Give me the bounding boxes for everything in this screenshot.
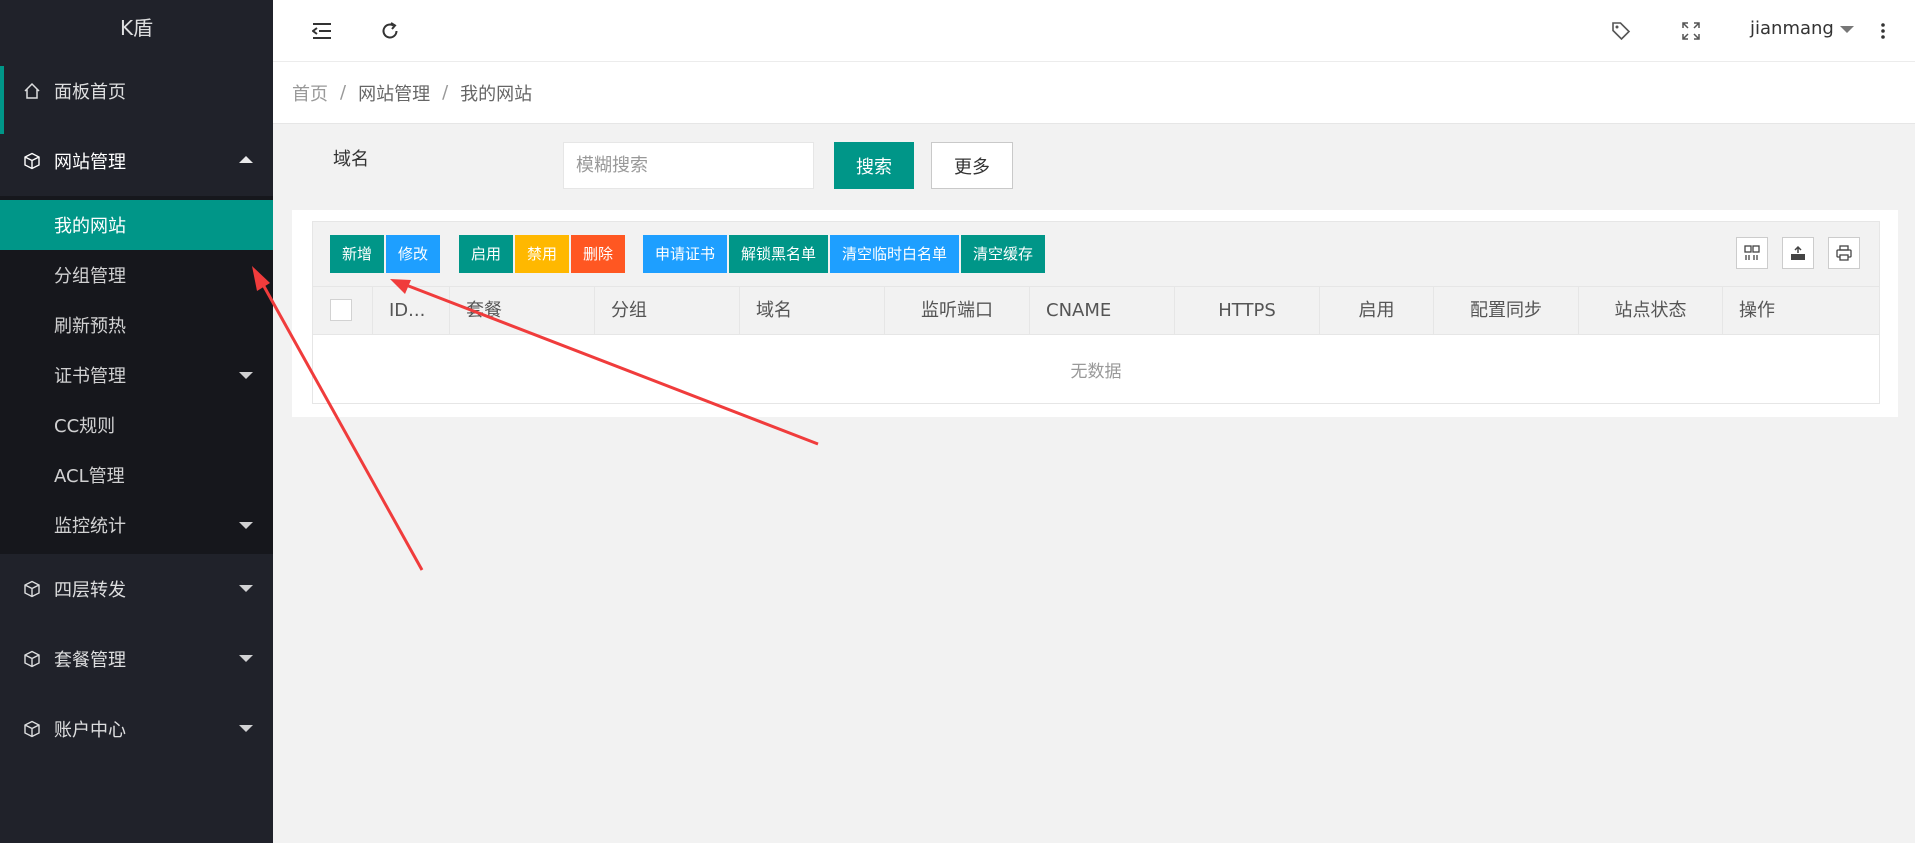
column-header-cname[interactable]: CNAME — [1030, 287, 1175, 334]
empty-state-text: 无数据 — [1070, 362, 1122, 382]
sidebar-item-label: CC规则 — [54, 416, 116, 437]
column-header-site-status[interactable]: 站点状态 — [1579, 287, 1723, 334]
chevron-up-icon — [239, 156, 253, 163]
sidebar-item-layer4-forwarding[interactable]: 四层转发 — [0, 554, 273, 624]
domain-search-input[interactable] — [563, 142, 814, 189]
print-icon[interactable] — [1828, 237, 1860, 269]
sidebar-item-monitoring[interactable]: 监控统计 — [0, 500, 273, 550]
more-vertical-icon[interactable] — [1866, 14, 1900, 48]
edit-button[interactable]: 修改 — [386, 235, 441, 273]
top-header: jianmang — [273, 0, 1915, 62]
column-header-package[interactable]: 套餐 — [450, 287, 595, 334]
chevron-down-icon — [239, 522, 253, 529]
clear-temp-whitelist-button[interactable]: 清空临时白名单 — [830, 235, 960, 273]
columns-icon[interactable] — [1736, 237, 1768, 269]
sidebar-subnav-site: 我的网站 分组管理 刷新预热 证书管理 CC规则 ACL管理 监控统计 — [0, 196, 273, 554]
more-button[interactable]: 更多 — [931, 142, 1013, 189]
fullscreen-icon[interactable] — [1674, 14, 1708, 48]
breadcrumb-separator: / — [340, 82, 347, 103]
sidebar-item-site-management[interactable]: 网站管理 — [0, 126, 273, 196]
delete-button[interactable]: 删除 — [571, 235, 626, 273]
sidebar-item-label: 四层转发 — [54, 580, 126, 601]
sidebar-item-label: 刷新预热 — [54, 316, 126, 337]
sidebar-item-label: 网站管理 — [54, 152, 126, 173]
export-icon[interactable] — [1782, 237, 1814, 269]
sidebar-item-label: 我的网站 — [54, 216, 126, 237]
sidebar-item-label: 面板首页 — [54, 82, 126, 103]
breadcrumb-separator: / — [442, 82, 449, 103]
sidebar-item-cert-management[interactable]: 证书管理 — [0, 350, 273, 400]
column-header-config-sync[interactable]: 配置同步 — [1434, 287, 1579, 334]
sidebar-item-home[interactable]: 面板首页 — [0, 56, 273, 134]
clear-cache-button[interactable]: 清空缓存 — [961, 235, 1046, 273]
menu-fold-icon[interactable] — [305, 14, 339, 48]
chevron-down-icon — [239, 585, 253, 592]
sidebar-item-account-center[interactable]: 账户中心 — [0, 694, 273, 764]
column-header-actions: 操作 — [1739, 300, 1775, 321]
sidebar-item-label: 账户中心 — [54, 720, 126, 741]
breadcrumb: 首页 / 网站管理 / 我的网站 — [273, 62, 1915, 124]
breadcrumb-home[interactable]: 首页 — [292, 80, 328, 106]
sidebar-item-label: 监控统计 — [54, 516, 126, 537]
sidebar-item-group-management[interactable]: 分组管理 — [0, 250, 273, 300]
add-button[interactable]: 新增 — [330, 235, 385, 273]
column-header-https[interactable]: HTTPS — [1175, 287, 1320, 334]
header-select-cell — [313, 287, 373, 334]
column-header-group[interactable]: 分组 — [595, 287, 740, 334]
apply-cert-button[interactable]: 申请证书 — [643, 235, 728, 273]
column-header-id[interactable]: ID... — [373, 287, 450, 334]
sidebar-item-cc-rules[interactable]: CC规则 — [0, 400, 273, 450]
sidebar-item-package-management[interactable]: 套餐管理 — [0, 624, 273, 694]
table-header: ID... 套餐 分组 域名 监听端口 CNAME HTTPS 启用 配置同步 … — [312, 286, 1880, 335]
cube-icon — [22, 579, 42, 599]
search-button[interactable]: 搜索 — [834, 142, 914, 189]
user-menu[interactable]: jianmang — [1750, 0, 1854, 58]
disable-button[interactable]: 禁用 — [515, 235, 570, 273]
column-header-listen-port[interactable]: 监听端口 — [885, 287, 1030, 334]
sidebar-item-acl-management[interactable]: ACL管理 — [0, 450, 273, 500]
breadcrumb-my-sites: 我的网站 — [460, 83, 533, 105]
chevron-down-icon — [239, 725, 253, 732]
sidebar: K盾 面板首页 网站管理 我的网站 分组管理 刷新预热 证书管理 CC规则 AC… — [0, 0, 273, 843]
sidebar-item-my-sites[interactable]: 我的网站 — [0, 200, 273, 250]
tag-icon[interactable] — [1604, 14, 1638, 48]
column-header-enabled[interactable]: 启用 — [1320, 287, 1434, 334]
unlock-blacklist-button[interactable]: 解锁黑名单 — [729, 235, 829, 273]
cube-icon — [22, 649, 42, 669]
sidebar-item-label: 套餐管理 — [54, 650, 126, 671]
sidebar-item-label: 证书管理 — [54, 366, 126, 387]
enable-button[interactable]: 启用 — [459, 235, 514, 273]
breadcrumb-site-management[interactable]: 网站管理 — [358, 80, 430, 106]
cube-icon — [22, 719, 42, 739]
chevron-down-icon — [239, 372, 253, 379]
domain-label: 域名 — [333, 149, 369, 170]
table-body: 无数据 — [312, 335, 1880, 404]
home-icon — [22, 81, 42, 101]
cube-icon — [22, 151, 42, 171]
sidebar-item-label: 分组管理 — [54, 266, 126, 287]
chevron-down-icon — [239, 655, 253, 662]
chevron-down-icon — [1839, 25, 1854, 33]
app-logo: K盾 — [119, 16, 154, 40]
column-header-domain[interactable]: 域名 — [740, 287, 885, 334]
sidebar-item-label: ACL管理 — [54, 466, 125, 487]
sidebar-item-refresh-preheat[interactable]: 刷新预热 — [0, 300, 273, 350]
annotation-arrows — [252, 266, 819, 571]
refresh-icon[interactable] — [373, 14, 407, 48]
select-all-checkbox[interactable] — [330, 299, 352, 321]
username: jianmang — [1750, 18, 1834, 39]
